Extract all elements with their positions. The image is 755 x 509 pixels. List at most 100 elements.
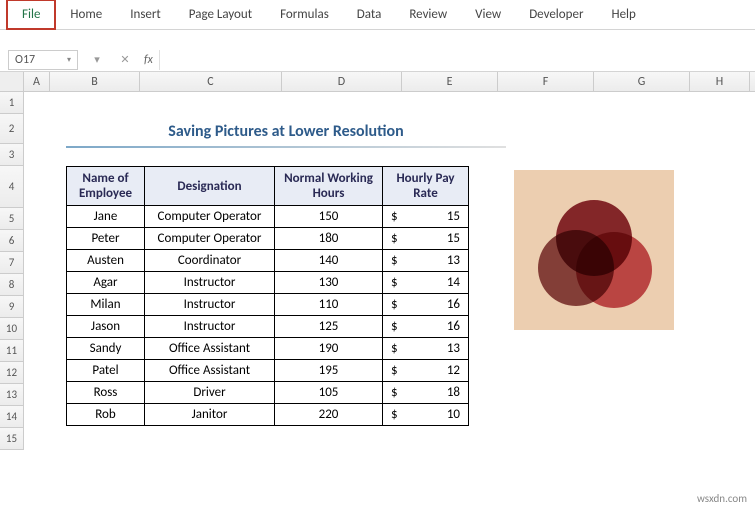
th-rate[interactable]: Hourly Pay Rate [383, 167, 469, 206]
cell-rate[interactable]: 10 [398, 404, 469, 426]
cell-hours[interactable]: 180 [275, 228, 383, 250]
row-header-15[interactable]: 15 [0, 428, 24, 450]
table-row[interactable]: JasonInstructor125$16 [67, 316, 469, 338]
cell-designation[interactable]: Driver [145, 382, 275, 404]
tab-review[interactable]: Review [395, 1, 461, 28]
cell-name[interactable]: Ross [67, 382, 145, 404]
cell-name[interactable]: Austen [67, 250, 145, 272]
table-row[interactable]: SandyOffice Assistant190$13 [67, 338, 469, 360]
row-header-4[interactable]: 4 [0, 166, 24, 208]
col-header-a[interactable]: A [24, 72, 50, 91]
cell-hours[interactable]: 110 [275, 294, 383, 316]
cell-hours[interactable]: 190 [275, 338, 383, 360]
cell-name[interactable]: Milan [67, 294, 145, 316]
chevron-down-icon[interactable]: ▾ [67, 55, 71, 65]
th-hours[interactable]: Normal Working Hours [275, 167, 383, 206]
cell-designation[interactable]: Janitor [145, 404, 275, 426]
cell-hours[interactable]: 105 [275, 382, 383, 404]
row-header-11[interactable]: 11 [0, 340, 24, 362]
row-header-8[interactable]: 8 [0, 274, 24, 296]
cell-hours[interactable]: 140 [275, 250, 383, 272]
cell-hours[interactable]: 195 [275, 360, 383, 382]
cell-designation[interactable]: Computer Operator [145, 228, 275, 250]
table-row[interactable]: AgarInstructor130$14 [67, 272, 469, 294]
tab-insert[interactable]: Insert [116, 1, 175, 28]
row-header-10[interactable]: 10 [0, 318, 24, 340]
cell-currency[interactable]: $ [383, 228, 398, 250]
cell-currency[interactable]: $ [383, 206, 398, 228]
tab-view[interactable]: View [461, 1, 515, 28]
col-header-f[interactable]: F [498, 72, 594, 91]
row-header-14[interactable]: 14 [0, 406, 24, 428]
cell-rate[interactable]: 12 [398, 360, 469, 382]
cell-name[interactable]: Jane [67, 206, 145, 228]
tab-data[interactable]: Data [343, 1, 396, 28]
cell-name[interactable]: Jason [67, 316, 145, 338]
th-name[interactable]: Name of Employee [67, 167, 145, 206]
tab-formulas[interactable]: Formulas [266, 1, 343, 28]
cell-currency[interactable]: $ [383, 272, 398, 294]
cell-name[interactable]: Peter [67, 228, 145, 250]
cell-rate[interactable]: 18 [398, 382, 469, 404]
table-row[interactable]: JaneComputer Operator150$15 [67, 206, 469, 228]
cell-currency[interactable]: $ [383, 338, 398, 360]
row-header-9[interactable]: 9 [0, 296, 24, 318]
col-header-h[interactable]: H [690, 72, 750, 91]
table-row[interactable]: AustenCoordinator140$13 [67, 250, 469, 272]
cell-hours[interactable]: 125 [275, 316, 383, 338]
row-header-5[interactable]: 5 [0, 208, 24, 230]
tab-help[interactable]: Help [597, 1, 649, 28]
cell-hours[interactable]: 220 [275, 404, 383, 426]
cell-rate[interactable]: 16 [398, 294, 469, 316]
row-header-1[interactable]: 1 [0, 92, 24, 114]
tab-home[interactable]: Home [56, 1, 116, 28]
name-box[interactable]: O17 ▾ [8, 50, 78, 70]
cell-designation[interactable]: Computer Operator [145, 206, 275, 228]
tab-page-layout[interactable]: Page Layout [175, 1, 266, 28]
cell-designation[interactable]: Instructor [145, 294, 275, 316]
th-designation[interactable]: Designation [145, 167, 275, 206]
col-header-c[interactable]: C [140, 72, 282, 91]
cell-name[interactable]: Sandy [67, 338, 145, 360]
col-header-g[interactable]: G [594, 72, 690, 91]
row-header-3[interactable]: 3 [0, 144, 24, 166]
cell-hours[interactable]: 130 [275, 272, 383, 294]
row-header-13[interactable]: 13 [0, 384, 24, 406]
cell-name[interactable]: Rob [67, 404, 145, 426]
table-row[interactable]: PeterComputer Operator180$15 [67, 228, 469, 250]
row-header-6[interactable]: 6 [0, 230, 24, 252]
table-row[interactable]: PatelOffice Assistant195$12 [67, 360, 469, 382]
cell-hours[interactable]: 150 [275, 206, 383, 228]
cell-currency[interactable]: $ [383, 382, 398, 404]
row-header-12[interactable]: 12 [0, 362, 24, 384]
cell-rate[interactable]: 13 [398, 250, 469, 272]
cell-name[interactable]: Patel [67, 360, 145, 382]
table-row[interactable]: MilanInstructor110$16 [67, 294, 469, 316]
cell-designation[interactable]: Office Assistant [145, 338, 275, 360]
row-header-7[interactable]: 7 [0, 252, 24, 274]
cell-currency[interactable]: $ [383, 404, 398, 426]
fx-icon[interactable]: fx [144, 53, 153, 67]
formula-input[interactable] [159, 50, 755, 70]
col-header-e[interactable]: E [402, 72, 498, 91]
select-all-corner[interactable] [0, 72, 24, 91]
cell-rate[interactable]: 16 [398, 316, 469, 338]
namebox-dropdown-icon[interactable]: ▾ [88, 53, 106, 66]
cell-rate[interactable]: 14 [398, 272, 469, 294]
row-header-2[interactable]: 2 [0, 114, 24, 144]
cell-rate[interactable]: 13 [398, 338, 469, 360]
cell-designation[interactable]: Office Assistant [145, 360, 275, 382]
cell-currency[interactable]: $ [383, 250, 398, 272]
cell-currency[interactable]: $ [383, 294, 398, 316]
col-header-d[interactable]: D [282, 72, 402, 91]
table-row[interactable]: RossDriver105$18 [67, 382, 469, 404]
venn-image[interactable] [514, 170, 674, 330]
col-header-b[interactable]: B [50, 72, 140, 91]
cell-currency[interactable]: $ [383, 360, 398, 382]
cell-name[interactable]: Agar [67, 272, 145, 294]
table-row[interactable]: RobJanitor220$10 [67, 404, 469, 426]
cell-designation[interactable]: Coordinator [145, 250, 275, 272]
cell-designation[interactable]: Instructor [145, 316, 275, 338]
cell-rate[interactable]: 15 [398, 228, 469, 250]
tab-developer[interactable]: Developer [515, 1, 597, 28]
